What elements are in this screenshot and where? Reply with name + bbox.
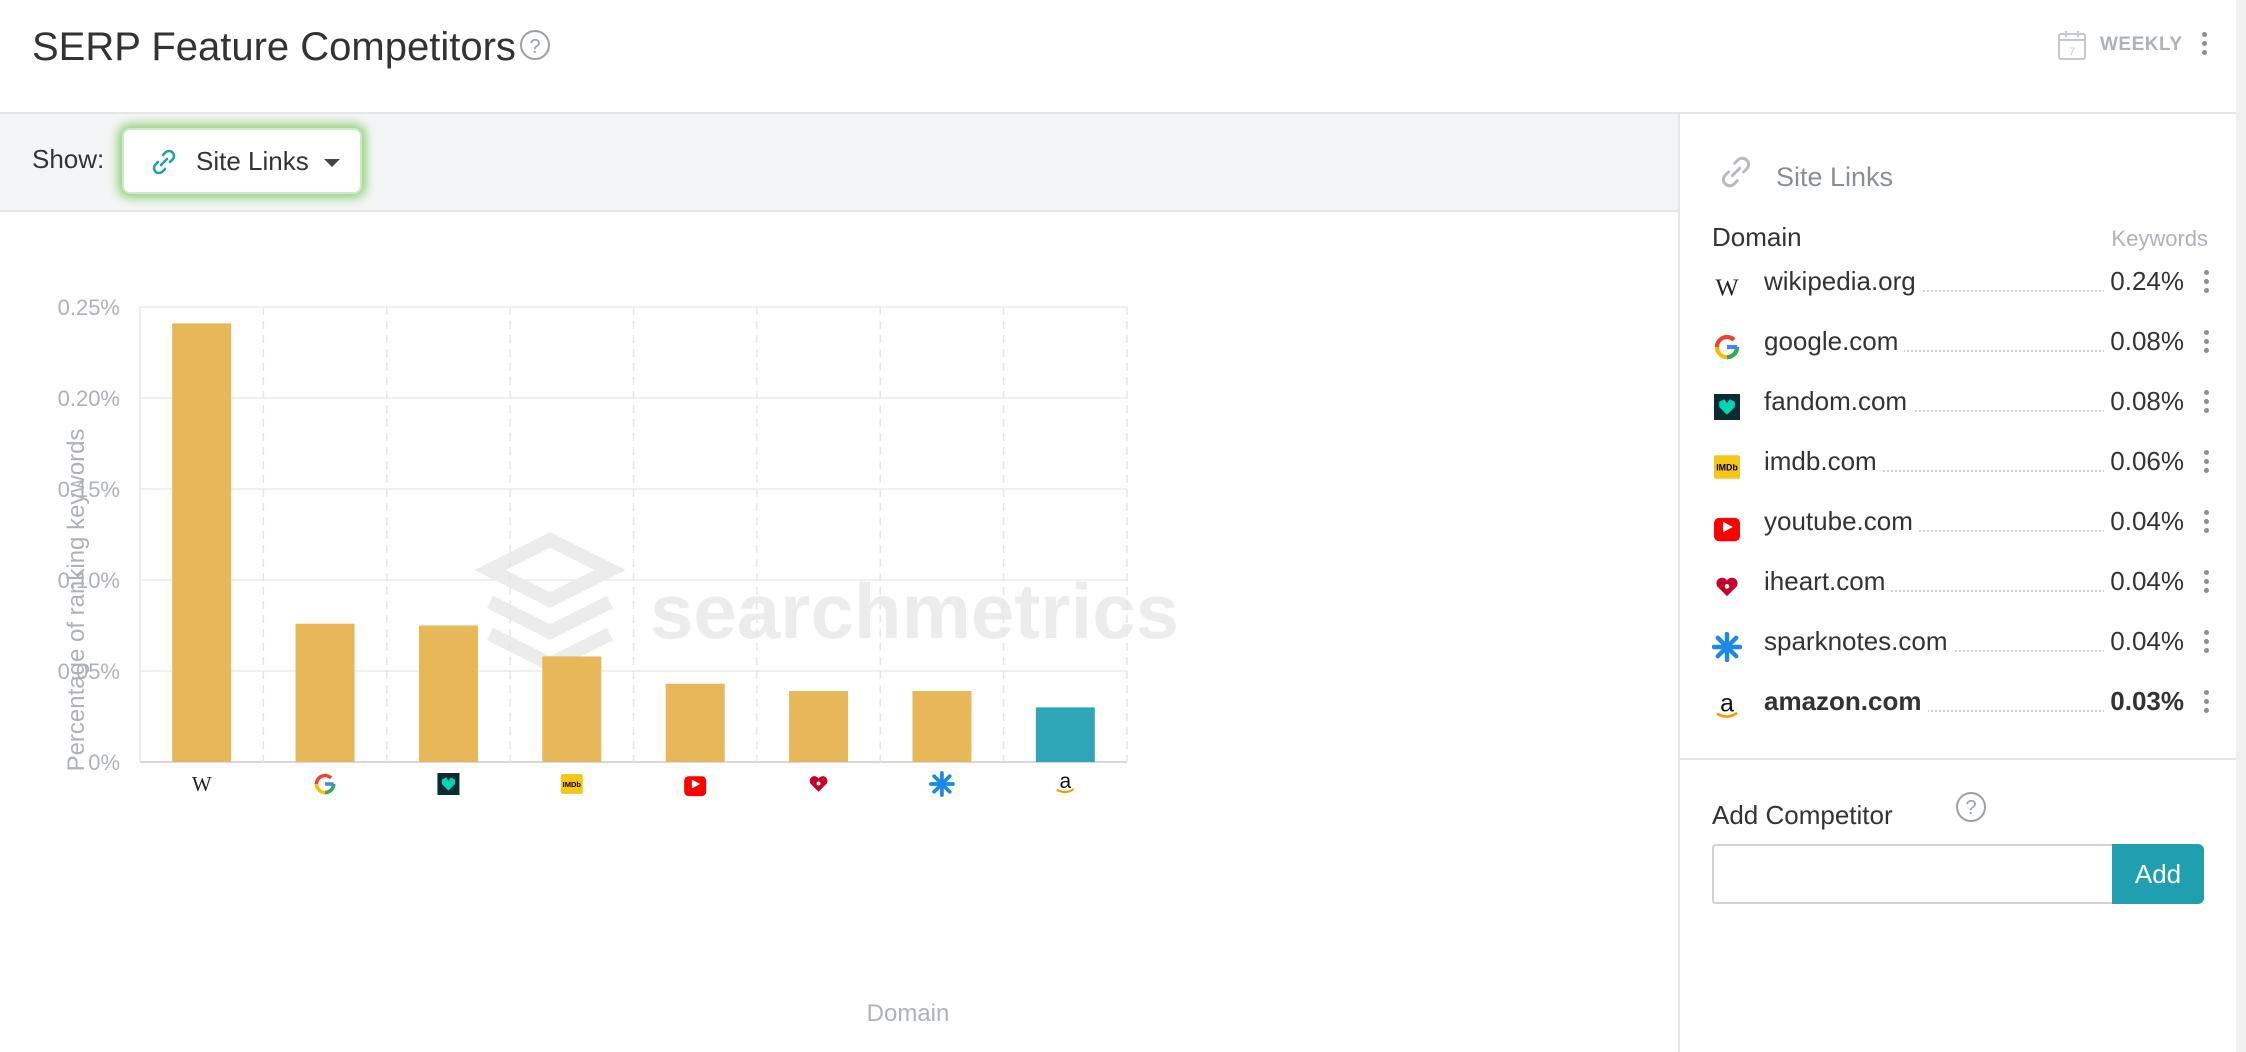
competitor-row[interactable]: sparknotes.com 0.04% xyxy=(1712,620,2212,670)
wikipedia-icon: W xyxy=(1715,274,1739,301)
imdb-icon: IMDb xyxy=(560,774,583,794)
calendar-icon[interactable]: 7 xyxy=(2058,30,2086,60)
watermark: searchmetrics xyxy=(474,532,1179,672)
bar-amazon-com[interactable] xyxy=(1035,707,1095,762)
svg-text:IMDb: IMDb xyxy=(1716,463,1738,473)
youtube-icon xyxy=(1714,517,1740,542)
competitor-domain: wikipedia.org xyxy=(1764,266,1922,297)
google-icon xyxy=(1714,334,1740,360)
fandom-icon xyxy=(1714,394,1740,420)
amazon-icon: a xyxy=(1056,770,1075,794)
competitor-keywords-value: 0.04% xyxy=(2104,506,2184,537)
competitor-row[interactable]: Wwikipedia.org 0.24% xyxy=(1712,260,2212,310)
competitor-sidebar: Site Links Domain Keywords Wwikipedia.or… xyxy=(1680,114,2236,1052)
competitor-keywords-value: 0.04% xyxy=(2104,566,2184,597)
link-icon xyxy=(1722,156,1750,188)
iheart-icon xyxy=(1716,577,1738,597)
competitor-domain: amazon.com xyxy=(1764,686,1928,717)
svg-text:W: W xyxy=(1715,274,1739,301)
add-competitor-input[interactable] xyxy=(1712,844,2114,904)
competitor-domain: fandom.com xyxy=(1764,386,1914,417)
chart-panel: Show: Site Links searchmetrics 0% 0.05% 0.… xyxy=(0,114,1680,1052)
svg-text:a: a xyxy=(1060,770,1072,793)
bar-chart: searchmetrics 0%0.05%0.10%0.15%0.20%0.25… xyxy=(58,295,1179,1027)
svg-text:a: a xyxy=(1720,692,1734,718)
sparknotes-icon xyxy=(929,771,955,797)
add-competitor-button[interactable]: Add xyxy=(2112,844,2204,904)
y-tick-label: 0.25% xyxy=(58,295,120,320)
help-icon[interactable]: ? xyxy=(520,30,550,60)
youtube-icon xyxy=(684,776,707,797)
google-icon xyxy=(314,773,336,795)
link-icon xyxy=(152,149,176,175)
competitor-domain: youtube.com xyxy=(1764,506,1919,537)
competitor-domain: imdb.com xyxy=(1764,446,1883,477)
add-competitor-label: Add Competitor xyxy=(1712,800,1893,830)
competitor-row[interactable]: IMDb imdb.com 0.06% xyxy=(1712,440,2212,490)
y-axis-label: Percentage of ranking keywords xyxy=(63,429,90,772)
y-tick-label: 0.20% xyxy=(58,386,120,411)
scrollbar[interactable] xyxy=(2236,0,2246,1052)
fandom-icon xyxy=(437,773,460,795)
column-header-domain: Domain xyxy=(1712,222,1802,252)
bar-google-com[interactable] xyxy=(295,623,355,762)
page-title: SERP Feature Competitors xyxy=(32,25,516,69)
competitor-row[interactable]: iheart.com 0.04% xyxy=(1712,560,2212,610)
competitor-domain: sparknotes.com xyxy=(1764,626,1954,657)
competitor-keywords-value: 0.06% xyxy=(2104,446,2184,477)
period-selector[interactable]: WEEKLY xyxy=(2100,34,2183,56)
amazon-icon: a xyxy=(1716,692,1738,718)
competitor-row[interactable]: google.com 0.08% xyxy=(1712,320,2212,370)
caret-down-icon xyxy=(324,159,340,167)
competitor-keywords-value: 0.24% xyxy=(2104,266,2184,297)
competitor-row[interactable]: youtube.com 0.04% xyxy=(1712,500,2212,550)
more-options-icon[interactable] xyxy=(2202,450,2210,477)
bar-iheart-com[interactable] xyxy=(789,691,849,762)
more-options-icon[interactable] xyxy=(2202,690,2210,717)
bar-fandom-com[interactable] xyxy=(418,625,478,763)
divider xyxy=(1680,758,2236,760)
more-options-icon[interactable] xyxy=(2202,630,2210,657)
more-options-icon[interactable] xyxy=(2202,570,2210,597)
more-options-icon[interactable] xyxy=(2202,510,2210,537)
bar-sparknotes-com[interactable] xyxy=(912,691,972,762)
competitor-domain: iheart.com xyxy=(1764,566,1892,597)
bar-imdb-com[interactable] xyxy=(542,656,602,762)
competitor-domain: google.com xyxy=(1764,326,1905,357)
more-options-icon[interactable] xyxy=(2202,390,2210,417)
svg-text:W: W xyxy=(192,772,212,796)
bar-wikipedia-org[interactable] xyxy=(172,323,232,762)
competitor-row[interactable]: a amazon.com 0.03% xyxy=(1712,680,2212,730)
competitor-keywords-value: 0.04% xyxy=(2104,626,2184,657)
more-options-icon[interactable] xyxy=(2202,330,2210,357)
show-label: Show: xyxy=(32,144,105,174)
iheart-icon xyxy=(809,776,828,792)
svg-text:IMDb: IMDb xyxy=(563,780,582,789)
column-header-keywords: Keywords xyxy=(2111,226,2208,251)
more-options-icon[interactable] xyxy=(2202,270,2210,297)
competitor-keywords-value: 0.08% xyxy=(2104,326,2184,357)
competitor-row[interactable]: fandom.com 0.08% xyxy=(1712,380,2212,430)
x-axis-label: Domain xyxy=(867,1000,950,1027)
calendar-day: 7 xyxy=(2069,46,2075,58)
feature-dropdown[interactable]: Site Links xyxy=(122,128,362,194)
competitor-keywords-value: 0.08% xyxy=(2104,386,2184,417)
sparknotes-icon xyxy=(1712,632,1742,662)
more-options-icon[interactable] xyxy=(2200,32,2208,59)
feature-dropdown-label: Site Links xyxy=(196,146,309,176)
competitor-keywords-value: 0.03% xyxy=(2104,686,2184,717)
filter-bar: Show: Site Links xyxy=(0,114,1678,212)
imdb-icon: IMDb xyxy=(1714,455,1740,479)
page-header: SERP Feature Competitors ? 7 WEEKLY xyxy=(0,0,2246,114)
sidebar-title: Site Links xyxy=(1776,162,1894,192)
help-icon[interactable]: ? xyxy=(1956,792,1986,822)
bar-youtube-com[interactable] xyxy=(665,683,725,762)
y-tick-label: 0% xyxy=(88,750,120,775)
wikipedia-icon: W xyxy=(192,772,212,796)
